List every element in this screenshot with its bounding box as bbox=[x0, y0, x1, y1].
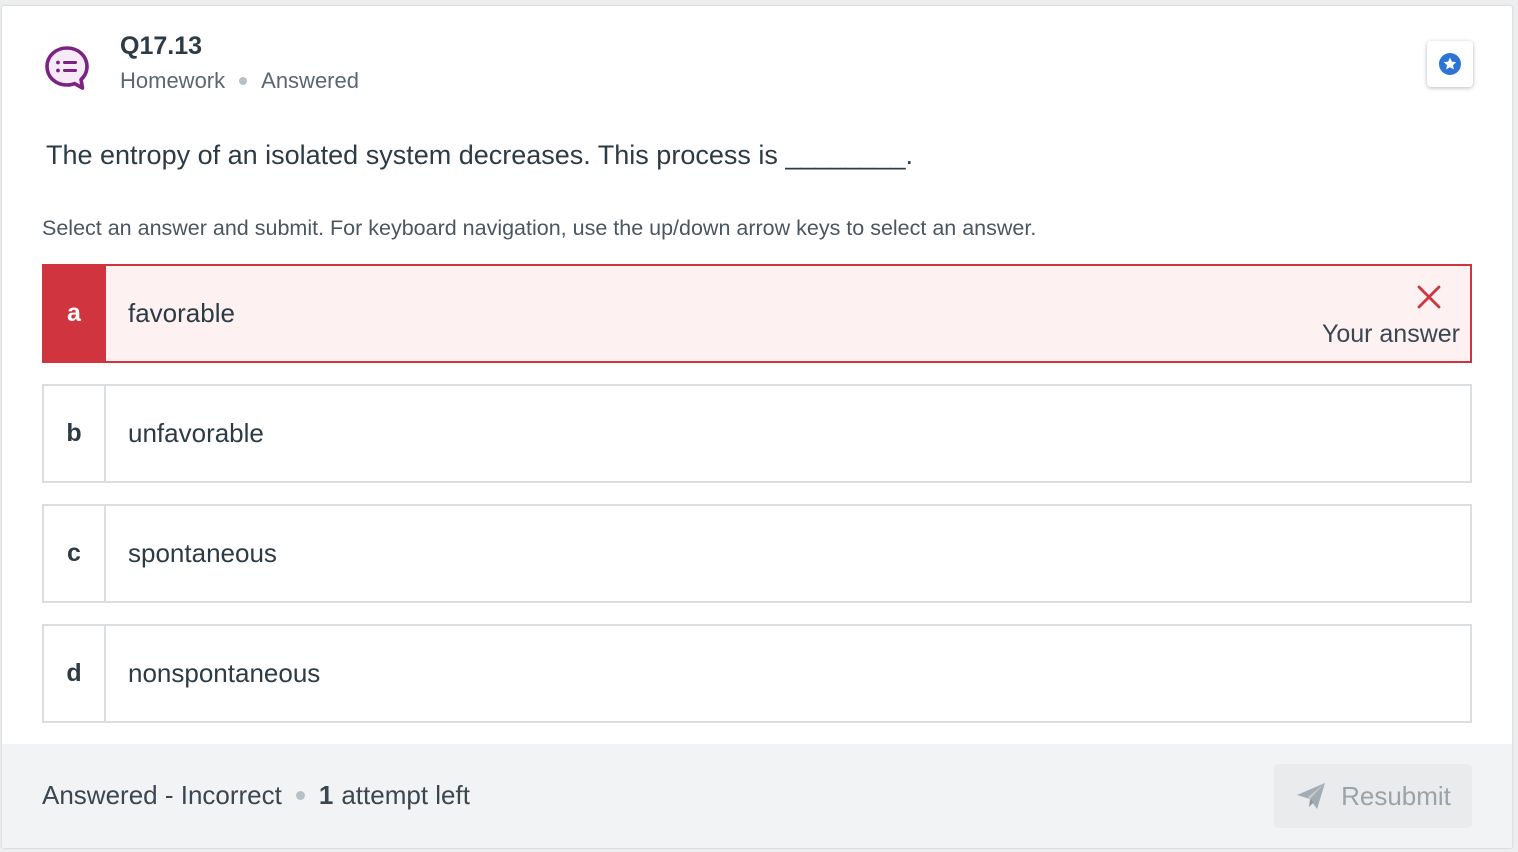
paper-plane-icon bbox=[1297, 783, 1326, 809]
answer-choice-a[interactable]: a favorable Your answer bbox=[42, 264, 1472, 363]
question-type-label: Homework bbox=[120, 68, 226, 93]
question-footer: Answered - Incorrect 1 attempt left Resu… bbox=[2, 744, 1512, 848]
question-meta: Homework Answered bbox=[120, 68, 359, 94]
choice-letter: d bbox=[44, 626, 106, 721]
separator-dot bbox=[239, 77, 248, 85]
choice-text: unfavorable bbox=[128, 418, 264, 448]
attempts-label: attempt left bbox=[341, 780, 470, 810]
answer-status: Answered - Incorrect 1 attempt left bbox=[42, 780, 470, 811]
answer-choice-b[interactable]: b unfavorable bbox=[42, 384, 1472, 483]
attempts-count: 1 bbox=[318, 780, 334, 810]
your-answer-label: Your answer bbox=[1321, 320, 1460, 348]
choice-letter: c bbox=[44, 506, 106, 601]
question-prompt: The entropy of an isolated system decrea… bbox=[46, 140, 913, 170]
question-header: Q17.13 Homework Answered bbox=[2, 6, 1512, 116]
status-text: Answered - Incorrect bbox=[42, 780, 282, 810]
incorrect-feedback: Your answer bbox=[1300, 284, 1460, 350]
answer-choice-d[interactable]: d nonspontaneous bbox=[42, 624, 1472, 723]
question-number: Q17.13 bbox=[120, 32, 203, 60]
close-icon bbox=[1417, 285, 1441, 309]
bookmark-button[interactable] bbox=[1427, 41, 1473, 87]
question-state-label: Answered bbox=[261, 68, 359, 93]
separator-dot bbox=[295, 791, 305, 800]
star-bookmark-icon bbox=[1439, 53, 1461, 75]
resubmit-label: Resubmit bbox=[1341, 780, 1451, 811]
choice-text: spontaneous bbox=[128, 538, 277, 568]
answer-choice-c[interactable]: c spontaneous bbox=[42, 504, 1472, 603]
choice-letter: a bbox=[44, 266, 106, 361]
choice-text: favorable bbox=[128, 298, 235, 328]
answer-instructions: Select an answer and submit. For keyboar… bbox=[42, 216, 1037, 240]
resubmit-button[interactable]: Resubmit bbox=[1274, 764, 1472, 828]
discussion-list-icon bbox=[45, 46, 89, 90]
choice-letter: b bbox=[44, 386, 106, 481]
question-card: Q17.13 Homework Answered The entropy of … bbox=[2, 6, 1512, 848]
choice-text: nonspontaneous bbox=[128, 658, 321, 688]
